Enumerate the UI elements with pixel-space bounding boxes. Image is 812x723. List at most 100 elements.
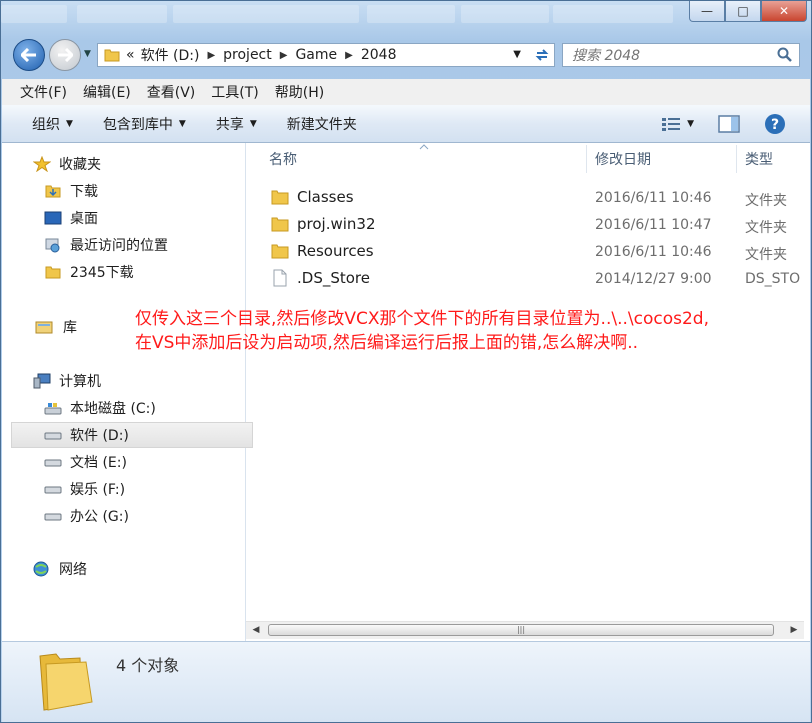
nav-desktop[interactable]: 桌面: [44, 205, 98, 231]
background-taskbar-tab: [1, 5, 67, 23]
nav-recent-places[interactable]: 最近访问的位置: [44, 232, 168, 258]
breadcrumb-drive[interactable]: 软件 (D:): [141, 45, 200, 65]
horizontal-scrollbar[interactable]: ◀ ||| ▶: [246, 621, 804, 639]
back-button[interactable]: [13, 39, 45, 71]
column-header-modified[interactable]: 修改日期: [595, 143, 651, 175]
forward-button[interactable]: [49, 39, 81, 71]
menu-help[interactable]: 帮助(H): [275, 82, 324, 102]
organize-label: 组织: [32, 116, 60, 133]
drive-icon: [44, 432, 62, 440]
maximize-button[interactable]: □: [725, 1, 761, 22]
drive-icon: [44, 486, 62, 494]
breadcrumb-separator-icon[interactable]: ▶: [280, 50, 288, 61]
nav-downloads[interactable]: 下载: [44, 178, 98, 204]
nav-drive-f[interactable]: 娱乐 (F:): [44, 476, 125, 502]
menu-tools[interactable]: 工具(T): [211, 82, 258, 102]
column-divider[interactable]: [736, 145, 737, 173]
drive-icon: [44, 513, 62, 521]
menu-file[interactable]: 文件(F): [20, 82, 67, 102]
organize-button[interactable]: 组织 ▼: [32, 114, 73, 134]
nav-drive-d[interactable]: 软件 (D:): [11, 422, 253, 448]
content-area: 收藏夹 下载 桌面 最近访问的位置 2345下载 库 计算机 本地磁盘 (C:)…: [2, 143, 810, 641]
breadcrumb-project[interactable]: project: [223, 47, 272, 63]
breadcrumb-game[interactable]: Game: [295, 47, 337, 63]
scroll-right-icon[interactable]: ▶: [786, 623, 802, 637]
nav-computer[interactable]: 计算机: [33, 368, 101, 394]
close-button[interactable]: ✕: [761, 1, 807, 22]
recent-pages-dropdown[interactable]: ▼: [84, 49, 91, 59]
scrollbar-thumb[interactable]: |||: [268, 624, 774, 636]
nav-libraries[interactable]: 库: [33, 314, 77, 340]
nav-2345-label: 2345下载: [70, 265, 134, 281]
preview-pane-icon[interactable]: [718, 114, 740, 133]
address-folder-icon: [104, 48, 120, 62]
menu-view[interactable]: 查看(V): [147, 82, 196, 102]
file-row[interactable]: proj.win32 2016/6/11 10:47 文件夹: [246, 211, 810, 238]
navigation-pane: 收藏夹 下载 桌面 最近访问的位置 2345下载 库 计算机 本地磁盘 (C:)…: [2, 143, 253, 641]
new-folder-button[interactable]: 新建文件夹: [287, 114, 357, 134]
nav-computer-label: 计算机: [59, 374, 101, 390]
large-folder-icon: [39, 653, 93, 711]
breadcrumb-2048[interactable]: 2048: [361, 47, 397, 63]
menu-bar: 文件(F) 编辑(E) 查看(V) 工具(T) 帮助(H): [2, 79, 810, 105]
system-drive-icon: [44, 403, 62, 415]
computer-icon: [33, 373, 51, 389]
address-bar[interactable]: « 软件 (D:) ▶ project ▶ Game ▶ 2048 ▼: [97, 43, 530, 67]
menu-edit[interactable]: 编辑(E): [83, 82, 131, 102]
view-options-icon[interactable]: [661, 116, 681, 132]
background-taskbar-tab: [367, 5, 455, 23]
refresh-button[interactable]: [529, 43, 555, 67]
breadcrumb-overflow[interactable]: «: [126, 47, 135, 63]
file-modified: 2016/6/11 10:47: [595, 217, 712, 233]
command-bar: 组织 ▼ 包含到库中 ▼ 共享 ▼ 新建文件夹 ▼ ?: [2, 105, 810, 143]
file-row[interactable]: Classes 2016/6/11 10:46 文件夹: [246, 184, 810, 211]
column-type-label: 类型: [745, 152, 773, 168]
share-label: 共享: [215, 116, 244, 133]
navigation-row: ▼ « 软件 (D:) ▶ project ▶ Game ▶ 2048 ▼: [1, 39, 812, 73]
annotation-line-1: 仅传入这三个目录,然后修改VCX那个文件下的所有目录位置为..\..\cocos…: [135, 309, 709, 329]
file-modified: 2014/12/27 9:00: [595, 271, 712, 287]
item-count: 4 个对象: [116, 656, 180, 675]
annotation-line-2: 在VS中添加后设为启动项,然后编译运行后报上面的错,怎么解决啊..: [135, 333, 639, 353]
search-box[interactable]: [562, 43, 800, 67]
column-header-type[interactable]: 类型: [745, 143, 773, 175]
search-input[interactable]: [570, 47, 774, 65]
file-row[interactable]: .DS_Store 2014/12/27 9:00 DS_STO: [246, 265, 810, 292]
search-icon[interactable]: [777, 47, 793, 63]
file-name: proj.win32: [297, 215, 376, 233]
nav-drive-g[interactable]: 办公 (G:): [44, 503, 129, 529]
nav-drive-e[interactable]: 文档 (E:): [44, 449, 127, 475]
details-pane: 4 个对象: [2, 641, 810, 722]
nav-network-label: 网络: [59, 562, 87, 578]
address-history-dropdown[interactable]: ▼: [513, 49, 521, 60]
nav-recent-label: 最近访问的位置: [70, 238, 168, 254]
share-button[interactable]: 共享 ▼: [216, 114, 257, 134]
background-taskbar-tab: [173, 5, 359, 23]
file-row[interactable]: Resources 2016/6/11 10:46 文件夹: [246, 238, 810, 265]
background-taskbar-tab: [461, 5, 549, 23]
nav-network[interactable]: 网络: [33, 556, 87, 582]
breadcrumb-separator-icon[interactable]: ▶: [345, 50, 353, 61]
nav-drive-f-label: 娱乐 (F:): [70, 482, 126, 498]
nav-downloads-label: 下载: [70, 184, 98, 200]
new-folder-label: 新建文件夹: [286, 116, 357, 133]
column-header-name[interactable]: 名称: [269, 143, 297, 175]
star-icon: [33, 156, 51, 172]
file-type: 文件夹: [745, 193, 787, 209]
scroll-left-icon[interactable]: ◀: [248, 623, 264, 637]
help-icon[interactable]: ?: [764, 113, 786, 135]
drive-icon: [44, 459, 62, 467]
desktop-icon: [44, 211, 62, 225]
view-dropdown-icon[interactable]: ▼: [687, 119, 694, 129]
svg-text:?: ?: [771, 117, 779, 133]
folder-icon: [271, 190, 289, 205]
nav-2345-downloads[interactable]: 2345下载: [44, 259, 134, 285]
nav-favorites[interactable]: 收藏夹: [33, 151, 101, 177]
include-in-library-button[interactable]: 包含到库中 ▼: [103, 114, 186, 134]
file-type: 文件夹: [745, 247, 787, 263]
column-divider[interactable]: [586, 145, 587, 173]
nav-drive-c[interactable]: 本地磁盘 (C:): [44, 395, 156, 421]
minimize-button[interactable]: —: [689, 1, 725, 22]
breadcrumb-separator-icon[interactable]: ▶: [207, 50, 215, 61]
nav-desktop-label: 桌面: [70, 211, 98, 227]
